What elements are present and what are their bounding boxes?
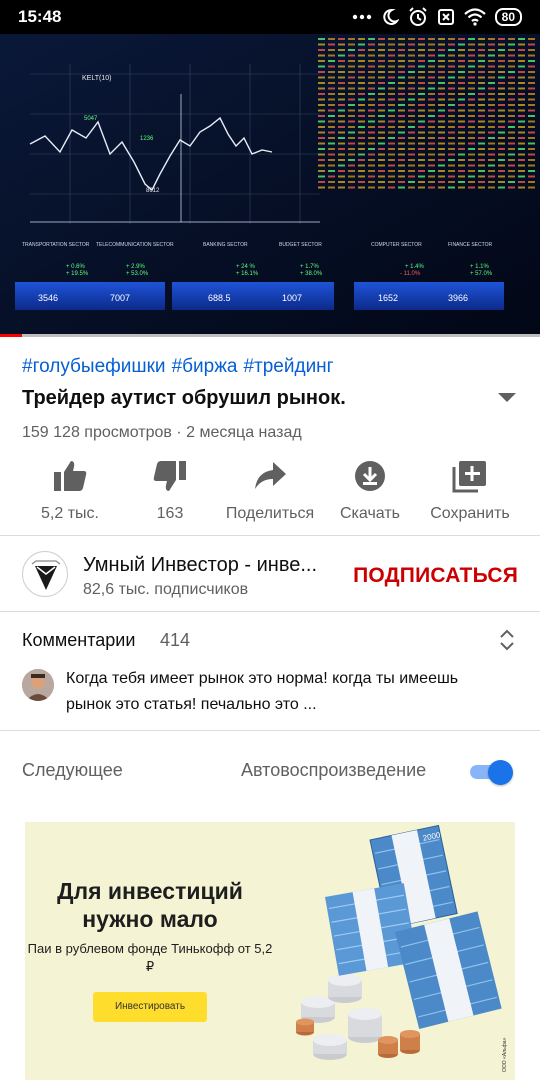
subscribe-button[interactable]: ПОДПИСАТЬСЯ bbox=[353, 564, 518, 588]
wifi-icon bbox=[463, 8, 486, 26]
save-label: Сохранить bbox=[430, 505, 510, 522]
top-comment-text: Когда тебя имеет рынок это норма! когда … bbox=[66, 670, 459, 713]
share-icon bbox=[255, 462, 286, 489]
autoplay-label: Автовоспроизведение bbox=[241, 760, 427, 780]
kelt-label: KELT(10) bbox=[82, 75, 111, 82]
video-progress-bar[interactable] bbox=[0, 334, 540, 337]
svg-text:5047: 5047 bbox=[84, 116, 98, 122]
no-sim-icon bbox=[437, 9, 454, 25]
status-bar: 15:48 80 bbox=[0, 0, 540, 34]
comments-count: 414 bbox=[160, 630, 191, 650]
share-label: Поделиться bbox=[225, 505, 315, 522]
download-button[interactable]: Скачать bbox=[320, 455, 420, 523]
ad-headline: Для инвестиций нужно мало bbox=[57, 878, 243, 932]
action-bar: 5,2 тыс. 163 Поделиться Скачать Сохранит… bbox=[0, 455, 540, 525]
sector-label: BUDGET SECTOR bbox=[279, 242, 322, 248]
svg-text:+ 1.4%: + 1.4% bbox=[405, 264, 425, 270]
status-time: 15:48 bbox=[18, 7, 62, 26]
divider bbox=[0, 535, 540, 536]
sector-value: 7007 bbox=[110, 293, 130, 303]
sector-label: COMPUTER SECTOR bbox=[371, 242, 422, 248]
video-thumbnail: KELT(10) 1236 5047 8612 TRANSPORTATION S… bbox=[0, 34, 540, 336]
divider bbox=[0, 730, 540, 731]
hashtags: #голубыефишки #биржа #трейдинг bbox=[22, 356, 340, 378]
invest-button[interactable]: Инвестировать bbox=[93, 992, 207, 1022]
ad-subtext: Паи в рублевом фонде Тинькофф от 5,2 ₽ bbox=[27, 941, 273, 974]
svg-text:8612: 8612 bbox=[146, 188, 160, 194]
svg-text:ООО «Альфа»: ООО «Альфа» bbox=[502, 1037, 508, 1072]
moon-icon bbox=[382, 8, 399, 25]
svg-text:+ 24 %: + 24 % bbox=[236, 264, 256, 270]
svg-text:1236: 1236 bbox=[140, 136, 154, 142]
save-button[interactable]: Сохранить bbox=[420, 455, 520, 523]
svg-text:+ 19.5%: + 19.5% bbox=[66, 271, 89, 277]
hashtag-link[interactable]: #трейдинг bbox=[243, 356, 333, 377]
status-icons: 80 bbox=[352, 6, 522, 28]
thumb-down-icon bbox=[153, 461, 186, 491]
video-title[interactable]: Трейдер аутист обрушил рынок. bbox=[22, 387, 346, 410]
autoplay-toggle[interactable] bbox=[470, 760, 514, 785]
download-label: Скачать bbox=[340, 505, 400, 522]
channel-name[interactable]: Умный Инвестор - инве... bbox=[83, 554, 317, 577]
up-next-label: Следующее bbox=[22, 760, 123, 780]
commenter-avatar[interactable] bbox=[22, 669, 54, 701]
svg-text:+ 1.1%: + 1.1% bbox=[470, 264, 490, 270]
svg-text:+ 38.0%: + 38.0% bbox=[300, 271, 323, 277]
sector-label: BANKING SECTOR bbox=[203, 242, 248, 248]
money-stack-illustration: 2000 ООО «Альфа» bbox=[296, 824, 508, 1072]
svg-text:- 11.0%: - 11.0% bbox=[400, 271, 421, 277]
hashtag-link[interactable]: #биржа bbox=[172, 356, 238, 377]
toggle-knob bbox=[488, 760, 513, 785]
alarm-icon bbox=[408, 7, 427, 26]
dislike-button[interactable]: 163 bbox=[120, 455, 220, 523]
expand-description-icon[interactable] bbox=[498, 393, 516, 402]
sector-label: TRANSPORTATION SECTOR bbox=[22, 242, 90, 248]
sector-value: 1007 bbox=[282, 293, 302, 303]
svg-text:+ 16.1%: + 16.1% bbox=[236, 271, 259, 277]
dislike-count: 163 bbox=[156, 505, 184, 522]
dots-icon bbox=[352, 14, 371, 20]
svg-text:+ 53.0%: + 53.0% bbox=[126, 271, 149, 277]
svg-text:+ 57.0%: + 57.0% bbox=[470, 271, 493, 277]
subscriber-count: 82,6 тыс. подписчиков bbox=[83, 581, 249, 598]
channel-avatar[interactable] bbox=[22, 551, 68, 597]
sector-value: 3546 bbox=[38, 293, 58, 303]
hashtag-link[interactable]: #голубыефишки bbox=[22, 356, 166, 377]
like-button[interactable]: 5,2 тыс. bbox=[20, 455, 120, 523]
sector-value: 3966 bbox=[448, 293, 468, 303]
download-icon bbox=[355, 461, 385, 491]
video-meta: 159 128 просмотров · 2 месяца назад bbox=[22, 424, 302, 441]
ad-banner[interactable]: Для инвестиций нужно мало Паи в рублевом… bbox=[25, 822, 515, 1080]
comments-label: Комментарии bbox=[22, 630, 136, 650]
add-to-playlist-icon bbox=[452, 461, 486, 493]
share-button[interactable]: Поделиться bbox=[220, 455, 320, 523]
sector-label: FINANCE SECTOR bbox=[448, 242, 492, 248]
sector-label: TELECOMMUNICATION SECTOR bbox=[96, 242, 174, 248]
svg-text:+ 0.6%: + 0.6% bbox=[66, 264, 86, 270]
divider bbox=[0, 611, 540, 612]
battery-icon: 80 bbox=[494, 8, 522, 26]
video-progress-fill bbox=[0, 334, 22, 337]
sector-value: 1652 bbox=[378, 293, 398, 303]
svg-text:+ 1.7%: + 1.7% bbox=[300, 264, 320, 270]
thumb-up-icon bbox=[54, 461, 87, 491]
video-player[interactable]: KELT(10) 1236 5047 8612 TRANSPORTATION S… bbox=[0, 34, 540, 336]
svg-text:+ 2.9%: + 2.9% bbox=[126, 264, 146, 270]
expand-collapse-icon[interactable] bbox=[498, 628, 516, 652]
like-count: 5,2 тыс. bbox=[41, 505, 99, 522]
person-avatar-icon bbox=[22, 669, 54, 701]
channel-logo-icon bbox=[31, 560, 61, 590]
sector-value: 688.5 bbox=[208, 293, 231, 303]
